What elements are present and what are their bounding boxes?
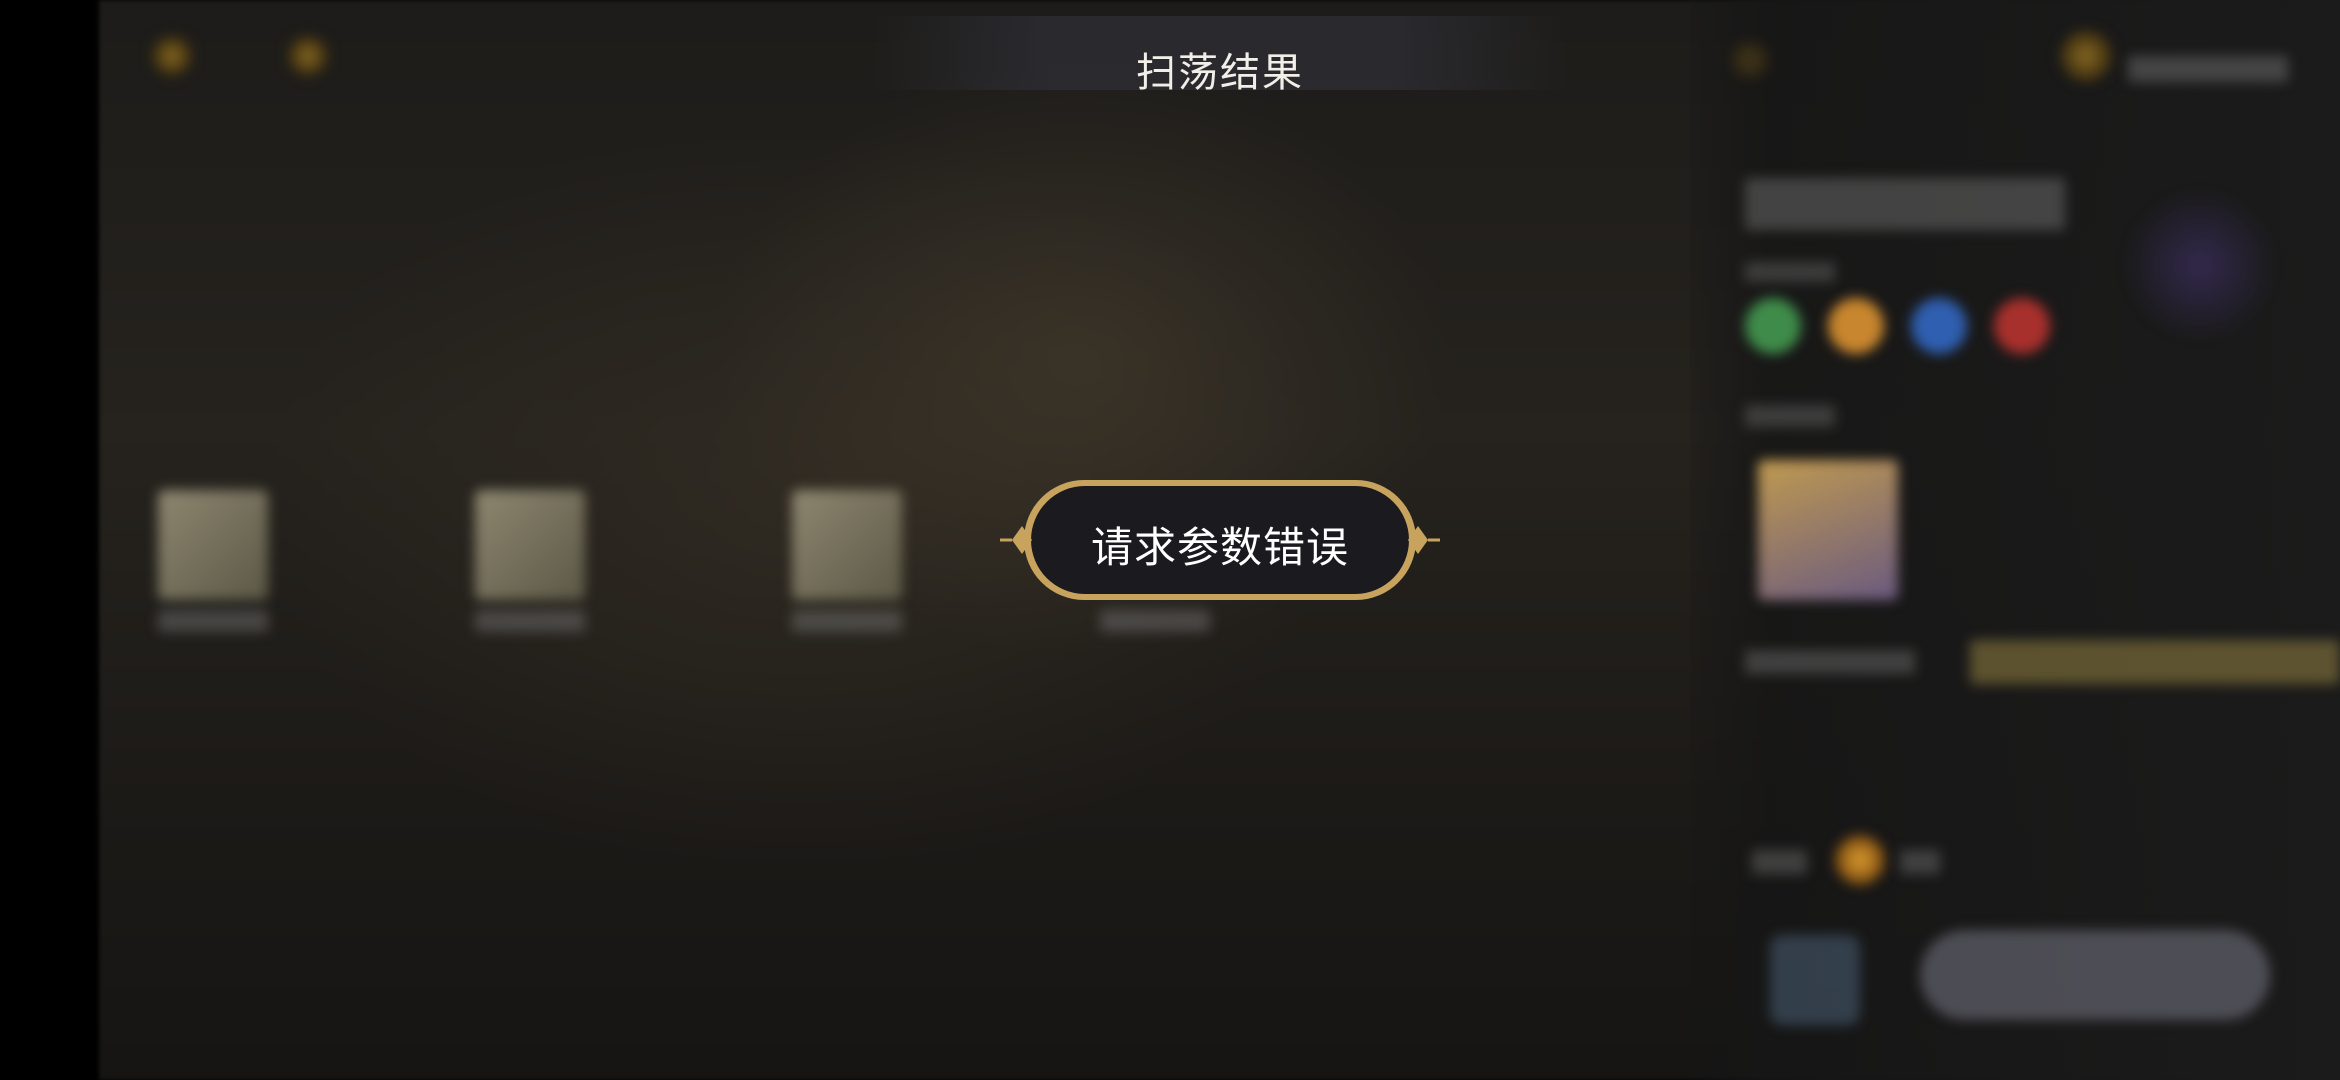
gold-orb-icon bbox=[152, 36, 192, 76]
auto-button[interactable] bbox=[1770, 935, 1860, 1025]
toast-message: 请求参数错误 bbox=[1090, 523, 1349, 572]
game-screen: 扫荡结果 请求参数错误 bbox=[0, 0, 2340, 1080]
start-button[interactable] bbox=[1920, 930, 2270, 1020]
cost-value bbox=[1900, 850, 1940, 874]
element-water-icon bbox=[1911, 298, 1967, 354]
notch-bar bbox=[0, 0, 99, 1080]
element-chart-icon bbox=[2120, 190, 2280, 340]
element-earth-icon bbox=[1828, 298, 1884, 354]
reward-item-label bbox=[792, 610, 902, 632]
element-fire-icon bbox=[1994, 298, 2050, 354]
resource-coin-icon bbox=[1835, 835, 1885, 885]
error-toast: 请求参数错误 bbox=[998, 476, 1442, 604]
progress-bar bbox=[1970, 640, 2340, 684]
enemy-label bbox=[1745, 405, 1835, 427]
title-bar: 扫荡结果 bbox=[870, 16, 1570, 96]
reward-item-label bbox=[475, 610, 585, 632]
element-wind-icon bbox=[1745, 298, 1801, 354]
resource-count bbox=[2128, 56, 2288, 82]
reward-item-label bbox=[1100, 610, 1210, 632]
reward-item bbox=[158, 490, 268, 600]
stage-subtitle bbox=[1745, 262, 1835, 282]
page-title: 扫荡结果 bbox=[1136, 50, 1304, 96]
gold-orb-icon bbox=[288, 36, 328, 76]
resource-coin-icon bbox=[2060, 30, 2112, 82]
enemy-portrait bbox=[1758, 460, 1898, 600]
reward-item-label bbox=[158, 610, 268, 632]
cost-label bbox=[1752, 850, 1807, 874]
progress-label bbox=[1745, 650, 1915, 674]
reward-item bbox=[475, 490, 585, 600]
stage-title bbox=[1745, 178, 2065, 230]
reward-item bbox=[792, 490, 902, 600]
star-icon bbox=[1730, 40, 1770, 80]
